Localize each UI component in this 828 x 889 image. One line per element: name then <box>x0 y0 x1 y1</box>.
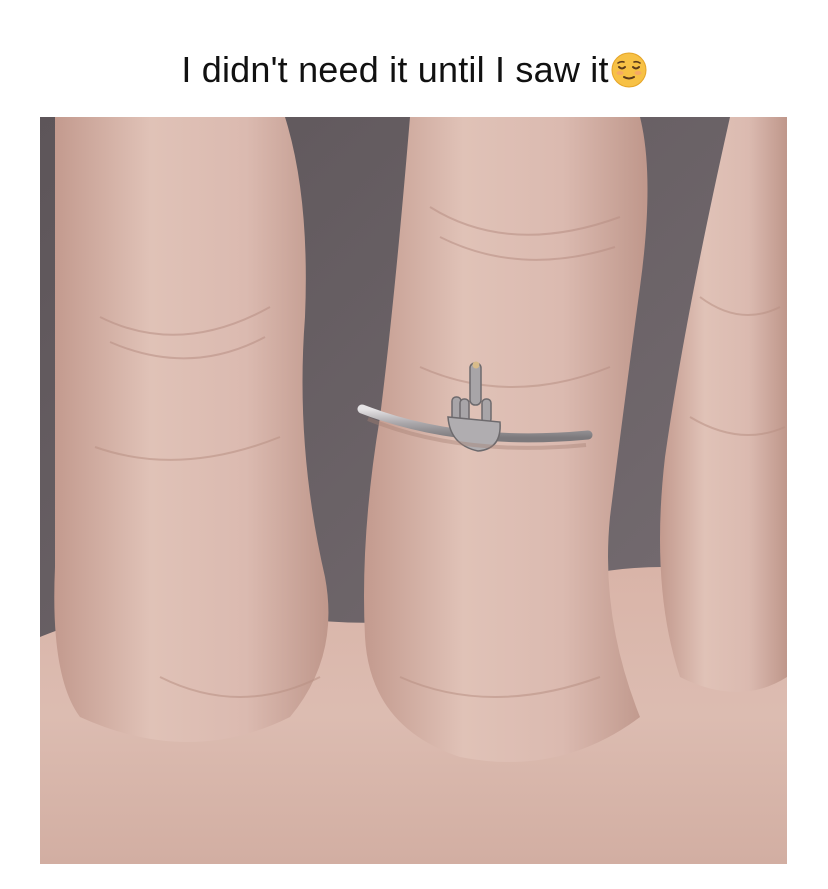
relieved-face-emoji <box>611 52 647 88</box>
meme-caption: I didn't need it until I saw it <box>0 40 828 100</box>
left-finger <box>54 117 329 742</box>
ring-photo <box>40 117 787 864</box>
caption-text: I didn't need it until I saw it <box>181 49 609 90</box>
ring-on-finger-illustration <box>40 117 787 864</box>
